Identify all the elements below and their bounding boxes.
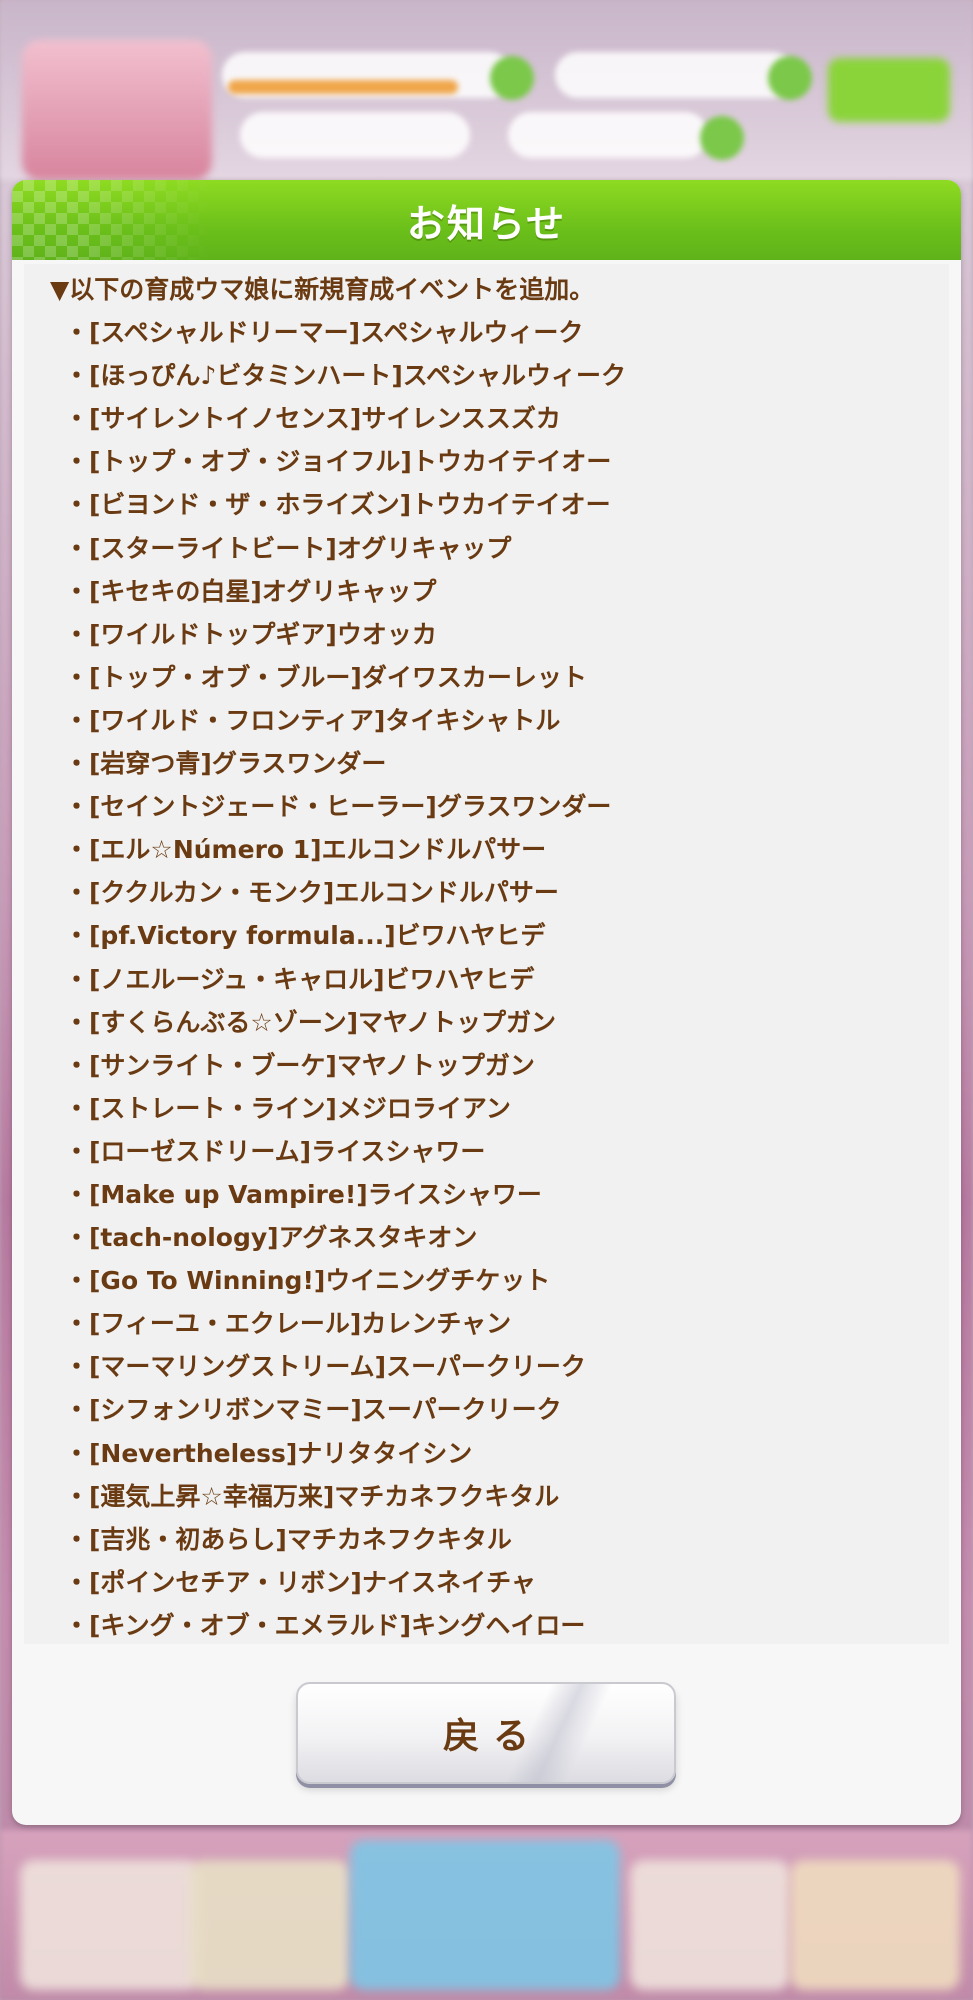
plus-icon bbox=[768, 56, 812, 100]
nav-tab bbox=[630, 1860, 790, 1990]
list-item: ・[キセキの白星]オグリキャップ bbox=[64, 576, 437, 606]
list-item: ・[tach-nology]アグネスタキオン bbox=[64, 1223, 478, 1253]
list-item: ・[Make up Vampire!]ライスシャワー bbox=[64, 1179, 542, 1209]
back-button-label: 戻る bbox=[442, 1716, 543, 1757]
nav-tab bbox=[790, 1860, 960, 1990]
list-item: ・[Nevertheless]ナリタタイシン bbox=[64, 1438, 473, 1468]
back-button[interactable]: 戻る bbox=[296, 1682, 676, 1784]
list-item: ・[すくらんぶる☆ゾーン]マヤノトップガン bbox=[64, 1007, 557, 1037]
list-item: ・[ノエルージュ・キャロル]ビワハヤヒデ bbox=[64, 964, 535, 994]
list-item: ・[ほっぴん♪ビタミンハート]スペシャルウィーク bbox=[64, 361, 627, 391]
dialog-title: お知らせ bbox=[406, 201, 567, 246]
currency-bar bbox=[240, 112, 470, 158]
status-bar bbox=[555, 52, 795, 98]
list-item: ・[ククルカン・モンク]エルコンドルパサー bbox=[64, 878, 559, 908]
list-item: ・[マーマリングストリーム]スーパークリーク bbox=[64, 1352, 586, 1382]
list-item: ・[pf.Victory formula...]ビワハヤヒデ bbox=[64, 921, 546, 951]
notice-text: ▼以下の育成ウマ娘に新規育成イベントを追加。 ・[スペシャルドリーマー]スペシャ… bbox=[24, 264, 949, 1644]
list-item: ・[サンライト・ブーケ]マヤノトップガン bbox=[64, 1050, 535, 1080]
nav-tab bbox=[350, 1840, 620, 1990]
menu-button bbox=[828, 58, 950, 122]
nav-tab bbox=[20, 1860, 200, 1990]
list-item: ・[シフォンリボンマミー]スーパークリーク bbox=[64, 1395, 562, 1425]
list-item: ・[スペシャルドリーマー]スペシャルウィーク bbox=[64, 318, 584, 348]
currency-bar bbox=[508, 112, 708, 158]
list-item: ・[ワイルドトップギア]ウオッカ bbox=[64, 619, 437, 649]
trainer-badge bbox=[22, 40, 212, 180]
notice-dialog: お知らせ ▼以下の育成ウマ娘に新規育成イベントを追加。 ・[スペシャルドリーマー… bbox=[12, 180, 961, 1825]
list-item: ・[トップ・オブ・ジョイフル]トウカイテイオー bbox=[64, 447, 612, 477]
list-item: ・[フィーユ・エクレール]カレンチャン bbox=[64, 1309, 512, 1339]
notice-intro: ▼以下の育成ウマ娘に新規育成イベントを追加。 bbox=[50, 275, 595, 304]
list-item: ・[ビヨンド・ザ・ホライズン]トウカイテイオー bbox=[64, 490, 611, 520]
list-item: ・[キング・オブ・エメラルド]キングヘイロー bbox=[64, 1610, 586, 1640]
list-item: ・[吉兆・初あらし]マチカネフクキタル bbox=[64, 1524, 512, 1554]
list-item: ・[スターライトビート]オグリキャップ bbox=[64, 533, 512, 563]
list-item: ・[トップ・オブ・ブルー]ダイワスカーレット bbox=[64, 662, 587, 692]
nav-tab bbox=[190, 1860, 350, 1990]
list-item: ・[ローゼスドリーム]ライスシャワー bbox=[64, 1136, 486, 1166]
list-item: ・[岩穿つ青]グラスワンダー bbox=[64, 749, 387, 779]
list-item: ・[セイントジェード・ヒーラー]グラスワンダー bbox=[64, 792, 612, 822]
list-item: ・[ワイルド・フロンティア]タイキシャトル bbox=[64, 705, 561, 735]
plus-icon bbox=[700, 116, 744, 160]
plus-icon bbox=[490, 56, 534, 100]
header-pattern bbox=[12, 180, 212, 260]
list-item: ・[ストレート・ライン]メジロライアン bbox=[64, 1093, 511, 1123]
notice-body[interactable]: ▼以下の育成ウマ娘に新規育成イベントを追加。 ・[スペシャルドリーマー]スペシャ… bbox=[24, 264, 949, 1644]
dialog-header: お知らせ bbox=[12, 180, 961, 260]
list-item: ・[Go To Winning!]ウイニングチケット bbox=[64, 1266, 551, 1296]
list-item: ・[サイレントイノセンス]サイレンススズカ bbox=[64, 404, 561, 434]
status-bar-fill bbox=[228, 80, 458, 94]
list-item: ・[エル☆Número 1]エルコンドルパサー bbox=[64, 835, 547, 865]
list-item: ・[ポインセチア・リボン]ナイスネイチャ bbox=[64, 1567, 536, 1597]
list-item: ・[運気上昇☆幸福万来]マチカネフクキタル bbox=[64, 1481, 560, 1511]
